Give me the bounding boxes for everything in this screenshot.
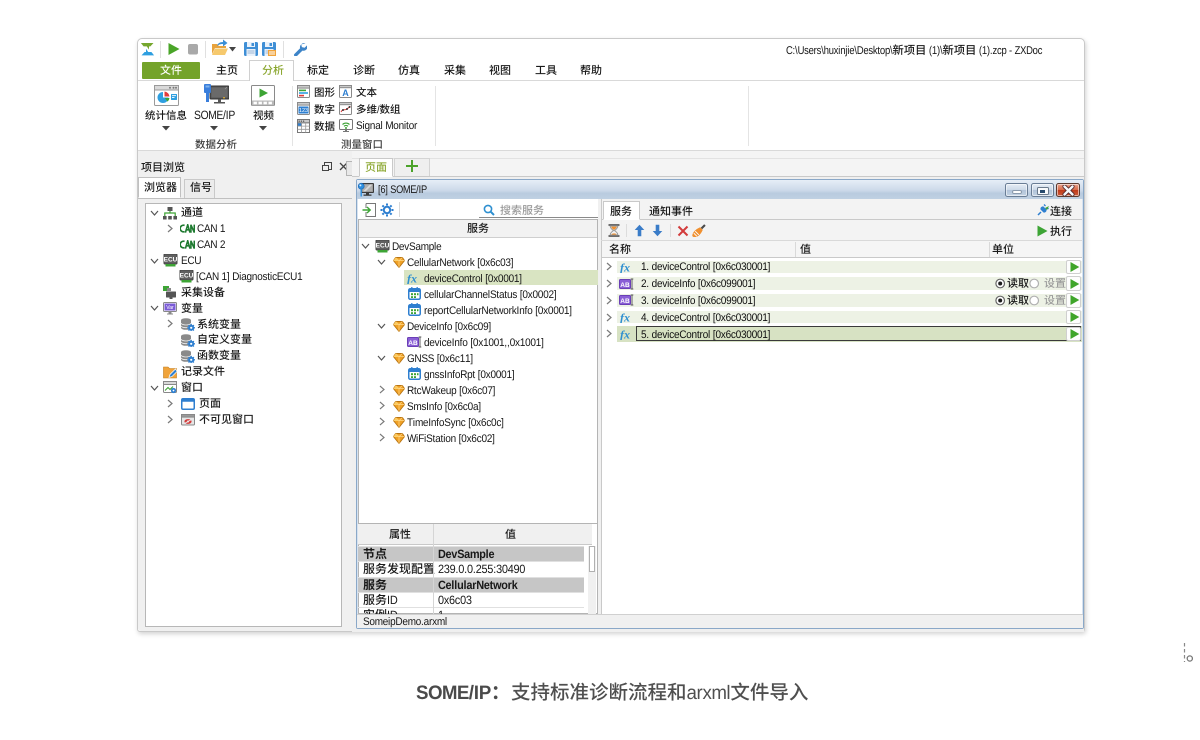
svg-text:AB: AB (620, 281, 630, 288)
svg-text:Var: Var (166, 305, 174, 311)
svg-text:ECU: ECU (164, 257, 178, 264)
svg-text:ECU: ECU (376, 242, 390, 249)
svg-text:fx: fx (620, 328, 630, 340)
svg-text:fx: fx (620, 311, 630, 323)
svg-text:ECU: ECU (180, 273, 194, 280)
svg-text:AB: AB (408, 340, 418, 347)
svg-text:fx: fx (407, 272, 417, 284)
svg-text:AB: AB (620, 298, 630, 305)
svg-text:123: 123 (299, 108, 308, 114)
svg-text:A: A (342, 88, 349, 98)
svg-text:fx: fx (620, 261, 630, 273)
